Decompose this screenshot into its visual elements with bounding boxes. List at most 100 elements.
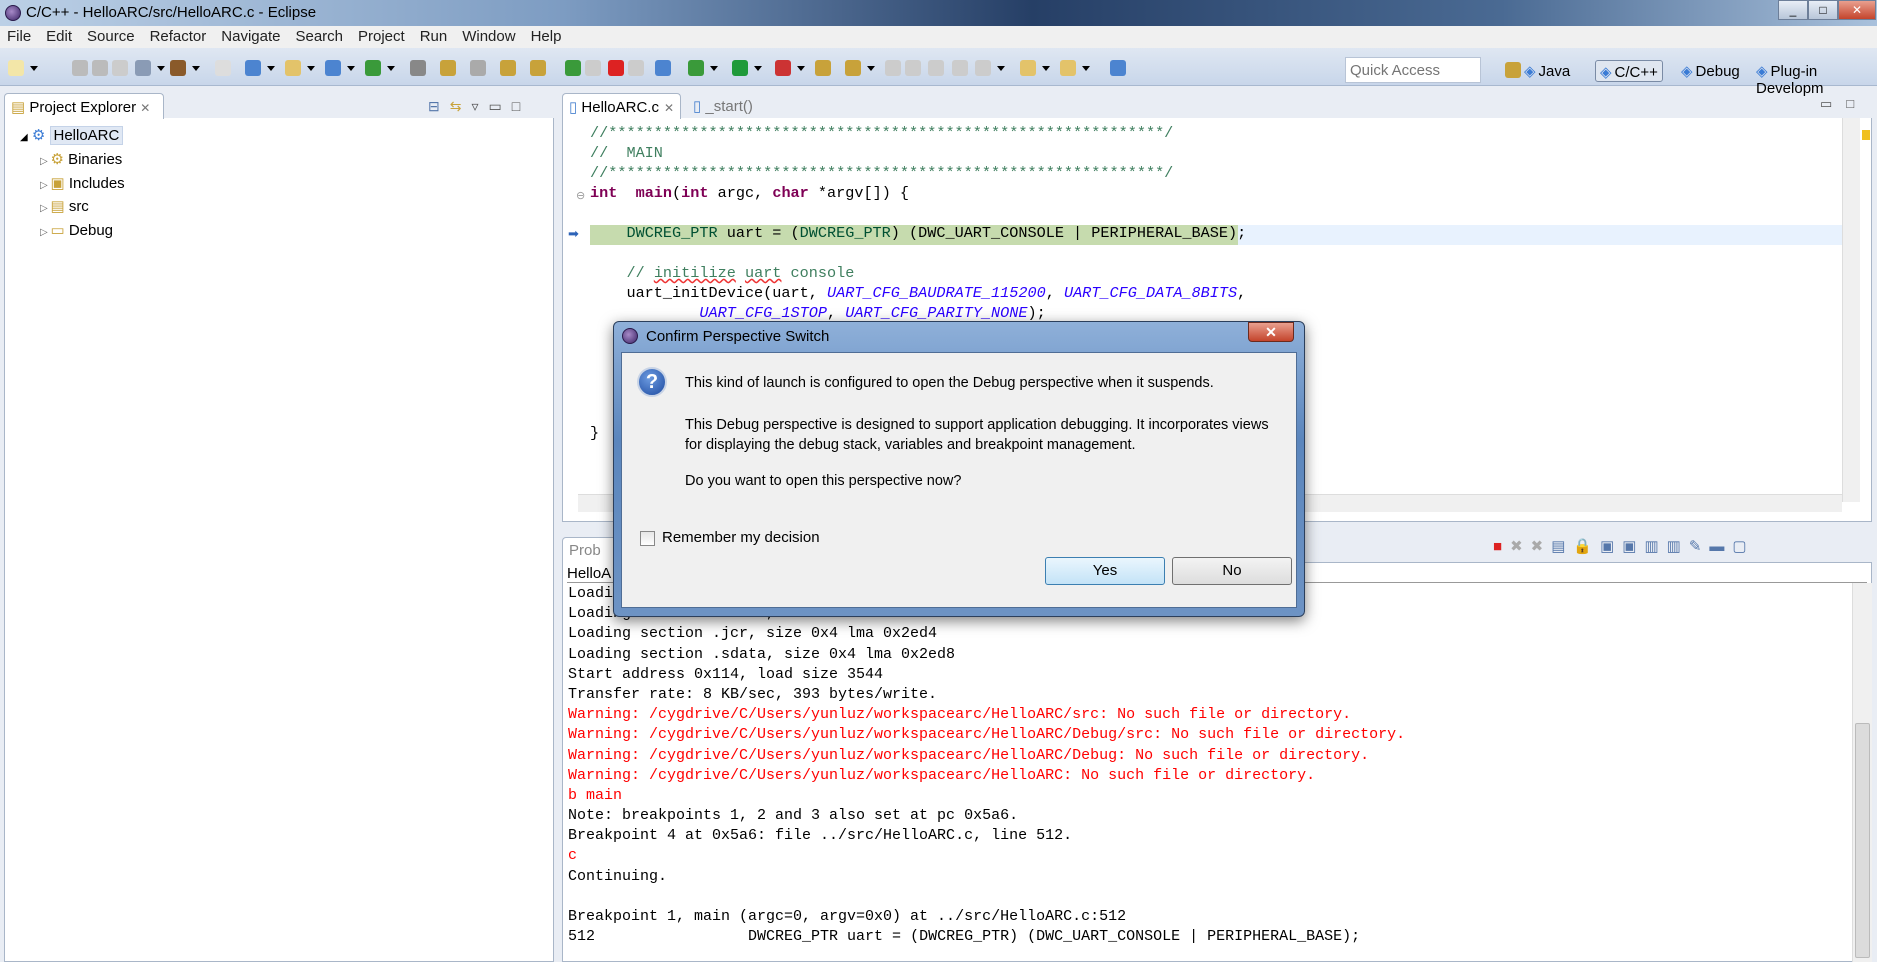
menu-edit[interactable]: Edit	[39, 26, 80, 48]
show-on-stderr-icon[interactable]: ▣	[1622, 538, 1644, 555]
dropdown-arrow-icon[interactable]	[157, 66, 165, 71]
menu-source[interactable]: Source	[80, 26, 143, 48]
disconnect-icon[interactable]	[628, 60, 644, 76]
display-console-icon[interactable]: ✎	[1689, 538, 1710, 555]
yes-button[interactable]: Yes	[1045, 557, 1165, 585]
dropdown-arrow-icon[interactable]	[30, 66, 38, 71]
step-filter-icon[interactable]	[410, 60, 426, 76]
dropdown-arrow-icon[interactable]	[192, 66, 200, 71]
perspective-java[interactable]: ◈ Java	[1520, 60, 1574, 82]
dropdown-arrow-icon[interactable]	[387, 66, 395, 71]
scrollbar-thumb[interactable]	[1855, 723, 1870, 958]
close-button[interactable]: ✕	[1838, 0, 1876, 20]
minimize-view-icon[interactable]: ▭	[489, 98, 512, 114]
link-editor-icon[interactable]: ⇆	[450, 98, 472, 114]
quick-access-input[interactable]	[1345, 57, 1481, 83]
dropdown-arrow-icon[interactable]	[997, 66, 1005, 71]
menu-help[interactable]: Help	[524, 26, 570, 48]
suspend-icon[interactable]	[585, 60, 601, 76]
word-wrap-icon[interactable]: ▥	[1644, 538, 1666, 555]
perspective-plug-in-developm[interactable]: ◈ Plug-in Developm	[1752, 60, 1877, 97]
new-class-icon[interactable]	[365, 60, 381, 76]
terminate-icon[interactable]	[608, 60, 624, 76]
dropdown-arrow-icon[interactable]	[1082, 66, 1090, 71]
step-over-icon[interactable]	[500, 60, 516, 76]
pin-console-icon[interactable]: ▥	[1667, 538, 1689, 555]
build-icon[interactable]	[170, 60, 186, 76]
terminate-icon[interactable]: ■	[1493, 538, 1510, 555]
menu-file[interactable]: File	[0, 26, 39, 48]
menu-search[interactable]: Search	[288, 26, 351, 48]
profile-icon[interactable]	[775, 60, 791, 76]
tree-item-helloarc[interactable]: ◢ ⚙ HelloARC	[20, 126, 124, 146]
maximize-view-icon[interactable]: □	[1846, 96, 1868, 111]
dropdown-arrow-icon[interactable]	[754, 66, 762, 71]
scroll-lock-icon[interactable]: 🔒	[1573, 538, 1600, 555]
new-console-icon[interactable]: ▢	[1732, 538, 1754, 555]
new-source-icon[interactable]	[325, 60, 341, 76]
remember-decision-checkbox[interactable]	[640, 531, 655, 546]
close-tab-icon[interactable]: ✕	[140, 101, 150, 115]
expand-arrow-icon[interactable]: ▷	[40, 180, 50, 191]
prev-annotation-icon[interactable]	[905, 60, 921, 76]
new-icon[interactable]	[8, 60, 24, 76]
open-type-icon[interactable]	[815, 60, 831, 76]
step-return-icon[interactable]	[440, 60, 456, 76]
editor-tab-0[interactable]: ▯ HelloARC.c ✕	[562, 93, 682, 119]
remove-launch-icon[interactable]: ✖	[1510, 538, 1531, 555]
open-console-icon[interactable]: ▬	[1709, 538, 1732, 555]
remember-decision-label[interactable]: Remember my decision	[662, 529, 820, 546]
console-output[interactable]: Loading section .ctors, size 0x8 lma 0x2…	[568, 584, 1405, 947]
perspective-c-c-[interactable]: ◈ C/C++	[1595, 60, 1663, 82]
new-c-project-icon[interactable]	[245, 60, 261, 76]
menu-run[interactable]: Run	[413, 26, 456, 48]
expand-arrow-icon[interactable]: ▷	[40, 227, 50, 238]
open-perspective-icon[interactable]	[1505, 62, 1521, 78]
last-edit-icon[interactable]	[1110, 60, 1126, 76]
tree-item-binaries[interactable]: ▷ ⚙ Binaries	[40, 150, 122, 170]
step-into-icon[interactable]	[530, 60, 546, 76]
tree-item-src[interactable]: ▷ ▤ src	[40, 197, 89, 217]
maximize-view-icon[interactable]: □	[512, 98, 530, 114]
search-icon[interactable]	[845, 60, 861, 76]
expand-arrow-icon[interactable]: ▷	[40, 203, 50, 214]
debug-icon[interactable]	[688, 60, 704, 76]
dropdown-arrow-icon[interactable]	[710, 66, 718, 71]
binary-icon[interactable]	[215, 60, 231, 76]
pin-icon[interactable]	[952, 60, 968, 76]
remove-all-icon[interactable]: ✖	[1531, 538, 1552, 555]
perspective-debug[interactable]: ◈ Debug	[1677, 60, 1744, 82]
no-button[interactable]: No	[1172, 557, 1292, 585]
collapse-all-icon[interactable]: ⊟	[428, 98, 450, 114]
dropdown-arrow-icon[interactable]	[797, 66, 805, 71]
tree-item-includes[interactable]: ▷ ▣ Includes	[40, 174, 125, 194]
editor-vertical-scrollbar[interactable]	[1842, 118, 1860, 502]
dropdown-arrow-icon[interactable]	[267, 66, 275, 71]
menu-navigate[interactable]: Navigate	[214, 26, 288, 48]
show-on-stdout-icon[interactable]: ▣	[1600, 538, 1622, 555]
tree-item-debug[interactable]: ▷ ▭ Debug	[40, 221, 113, 241]
skip-breakpoints-icon[interactable]	[655, 60, 671, 76]
menu-window[interactable]: Window	[455, 26, 523, 48]
dropdown-arrow-icon[interactable]	[867, 66, 875, 71]
console-vertical-scrollbar[interactable]	[1852, 583, 1872, 962]
expand-arrow-icon[interactable]: ▷	[40, 156, 50, 167]
clear-console-icon[interactable]: ▤	[1551, 538, 1573, 555]
next-annotation-icon[interactable]	[928, 60, 944, 76]
resume-icon[interactable]	[565, 60, 581, 76]
dropdown-arrow-icon[interactable]	[307, 66, 315, 71]
maximize-button[interactable]: □	[1808, 0, 1838, 20]
drop-frame-icon[interactable]	[470, 60, 486, 76]
save-all-icon[interactable]	[92, 60, 108, 76]
save-icon[interactable]	[72, 60, 88, 76]
menu-refactor[interactable]: Refactor	[143, 26, 215, 48]
annotation-icon[interactable]	[885, 60, 901, 76]
run-icon[interactable]	[732, 60, 748, 76]
dialog-close-button[interactable]: ✕	[1248, 322, 1294, 342]
minimize-view-icon[interactable]: ▭	[1820, 96, 1846, 111]
forward-icon[interactable]	[975, 60, 991, 76]
dropdown-arrow-icon[interactable]	[1042, 66, 1050, 71]
tab-project-explorer[interactable]: ▤ Project Explorer ✕	[4, 93, 164, 119]
fold-toggle-icon[interactable]: ⊖	[576, 189, 585, 202]
menu-project[interactable]: Project	[351, 26, 413, 48]
